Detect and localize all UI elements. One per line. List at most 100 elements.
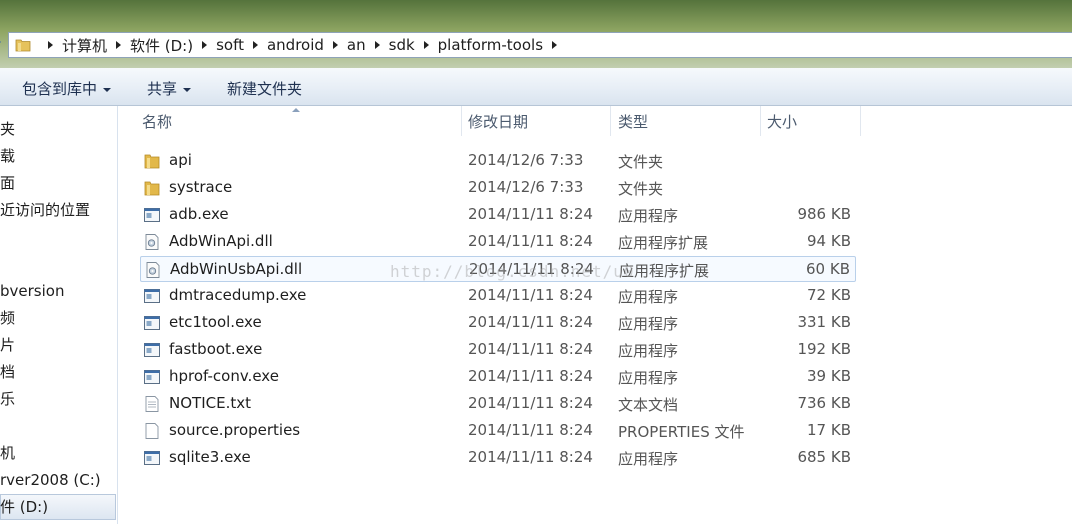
file-row[interactable]: NOTICE.txt 2014/11/11 8:24 文本文档 736 KB (140, 391, 856, 417)
file-row[interactable]: dmtracedump.exe 2014/11/11 8:24 应用程序 72 KB (140, 283, 856, 309)
nav-item-pictures[interactable]: 片 (0, 332, 15, 358)
share-button[interactable]: 共享 (147, 78, 192, 99)
file-row[interactable]: systrace 2014/12/6 7:33 文件夹 (140, 175, 856, 201)
nav-item-recent-places[interactable]: 近访问的位置 (0, 197, 90, 223)
chevron-right-icon[interactable] (116, 41, 122, 49)
nav-item-favorites[interactable]: 夹 (0, 116, 15, 142)
file-modified-date: 2014/11/11 8:24 (468, 313, 593, 331)
chevron-right-icon[interactable] (48, 41, 53, 49)
nav-item-documents[interactable]: 档 (0, 359, 15, 385)
nav-item-drive-d[interactable]: 件 (D:) (0, 494, 48, 520)
exe-icon (143, 368, 161, 386)
file-modified-date: 2014/11/11 8:24 (468, 340, 593, 358)
chevron-right-icon[interactable] (202, 41, 208, 49)
breadcrumb-item[interactable]: soft (216, 36, 244, 54)
column-divider[interactable] (461, 106, 462, 136)
file-row[interactable]: hprof-conv.exe 2014/11/11 8:24 应用程序 39 KB (140, 364, 856, 390)
file-row[interactable]: fastboot.exe 2014/11/11 8:24 应用程序 192 KB (140, 337, 856, 363)
file-size: 60 KB (806, 260, 850, 278)
folder-icon (143, 179, 161, 197)
chevron-right-icon[interactable] (332, 41, 338, 49)
column-divider[interactable] (860, 106, 861, 136)
chevron-right-icon[interactable] (423, 41, 429, 49)
file-size: 685 KB (797, 448, 851, 466)
column-header-date[interactable]: 修改日期 (468, 106, 608, 136)
file-modified-date: 2014/11/11 8:24 (468, 205, 593, 223)
file-modified-date: 2014/12/6 7:33 (468, 151, 584, 169)
nav-item-drive-c[interactable]: rver2008 (C:) (0, 467, 101, 493)
file-modified-date: 2014/11/11 8:24 (468, 232, 593, 250)
nav-item-subversion[interactable]: bversion (0, 278, 64, 304)
folder-icon (143, 152, 161, 170)
file-name: etc1tool.exe (169, 313, 262, 331)
file-row[interactable]: AdbWinUsbApi.dll 2014/11/11 8:24 应用程序扩展 60 … (140, 256, 856, 282)
file-row[interactable]: etc1tool.exe 2014/11/11 8:24 应用程序 331 KB (140, 310, 856, 336)
file-size: 736 KB (797, 394, 851, 412)
file-type: 文件夹 (618, 153, 664, 171)
file-row[interactable]: sqlite3.exe 2014/11/11 8:24 应用程序 685 KB (140, 445, 856, 471)
file-type: 应用程序 (618, 342, 679, 360)
new-folder-label: 新建文件夹 (227, 80, 303, 98)
nav-item-desktop[interactable]: 面 (0, 170, 15, 196)
breadcrumb-item[interactable]: android (267, 36, 324, 54)
text-file-icon (143, 395, 161, 413)
chevron-right-icon[interactable] (252, 41, 258, 49)
file-type: 文件夹 (618, 180, 664, 198)
breadcrumb-item[interactable]: sdk (389, 36, 415, 54)
column-header-name[interactable]: 名称 (142, 106, 462, 136)
properties-file-icon (143, 422, 161, 440)
file-row[interactable]: adb.exe 2014/11/11 8:24 应用程序 986 KB (140, 202, 856, 228)
file-row[interactable]: AdbWinApi.dll 2014/11/11 8:24 应用程序扩展 94 KB (140, 229, 856, 255)
column-header-size[interactable]: 大小 (767, 106, 859, 136)
file-name: fastboot.exe (169, 340, 263, 358)
exe-icon (143, 449, 161, 467)
breadcrumb: 计算机 软件 (D:) soft android an sdk platform-tools (39, 33, 566, 57)
file-name: source.properties (169, 421, 301, 439)
exe-icon (143, 206, 161, 224)
exe-icon (143, 314, 161, 332)
exe-icon (143, 341, 161, 359)
chevron-right-icon[interactable] (374, 41, 380, 49)
dll-icon (144, 261, 162, 279)
breadcrumb-item[interactable]: 软件 (D:) (130, 35, 193, 56)
file-modified-date: 2014/11/11 8:24 (468, 394, 593, 412)
breadcrumb-item[interactable]: 计算机 (62, 35, 107, 56)
folder-icon (15, 39, 31, 52)
breadcrumb-item[interactable]: platform-tools (438, 36, 543, 54)
file-name: systrace (169, 178, 233, 196)
nav-item-computer[interactable]: 机 (0, 440, 15, 466)
file-type: 应用程序扩展 (618, 234, 709, 252)
file-size: 17 KB (807, 421, 851, 439)
file-name: adb.exe (169, 205, 229, 223)
command-toolbar: 包含到库中 共享 新建文件夹 (0, 68, 1072, 106)
include-in-library-label: 包含到库中 (22, 80, 98, 98)
nav-item-music[interactable]: 乐 (0, 386, 15, 412)
chevron-down-icon (183, 87, 192, 92)
back-arrow-icon[interactable] (0, 36, 1, 48)
file-size: 94 KB (807, 232, 851, 250)
column-divider[interactable] (760, 106, 761, 136)
file-row[interactable]: api 2014/12/6 7:33 文件夹 (140, 148, 856, 174)
file-modified-date: 2014/11/11 8:24 (468, 367, 593, 385)
file-name: api (169, 151, 192, 169)
file-name: AdbWinApi.dll (169, 232, 273, 250)
column-divider[interactable] (610, 106, 611, 136)
file-modified-date: 2014/11/11 8:24 (469, 260, 594, 278)
chevron-right-icon[interactable] (552, 41, 558, 49)
new-folder-button[interactable]: 新建文件夹 (227, 78, 302, 99)
file-size: 986 KB (797, 205, 851, 223)
dll-icon (143, 233, 161, 251)
column-header-type[interactable]: 类型 (618, 106, 758, 136)
address-bar[interactable]: 计算机 软件 (D:) soft android an sdk platform-tools (8, 32, 1072, 58)
file-type: 应用程序 (618, 207, 679, 225)
nav-item-videos[interactable]: 频 (0, 305, 15, 331)
file-name: NOTICE.txt (169, 394, 251, 412)
file-modified-date: 2014/12/6 7:33 (468, 178, 584, 196)
include-in-library-button[interactable]: 包含到库中 (22, 78, 112, 99)
file-size: 331 KB (797, 313, 851, 331)
file-row[interactable]: source.properties 2014/11/11 8:24 PROPERTI… (140, 418, 856, 444)
nav-item-downloads[interactable]: 载 (0, 143, 15, 169)
file-type: PROPERTIES 文件 (618, 423, 745, 441)
file-name: hprof-conv.exe (169, 367, 279, 385)
breadcrumb-item[interactable]: an (347, 36, 366, 54)
